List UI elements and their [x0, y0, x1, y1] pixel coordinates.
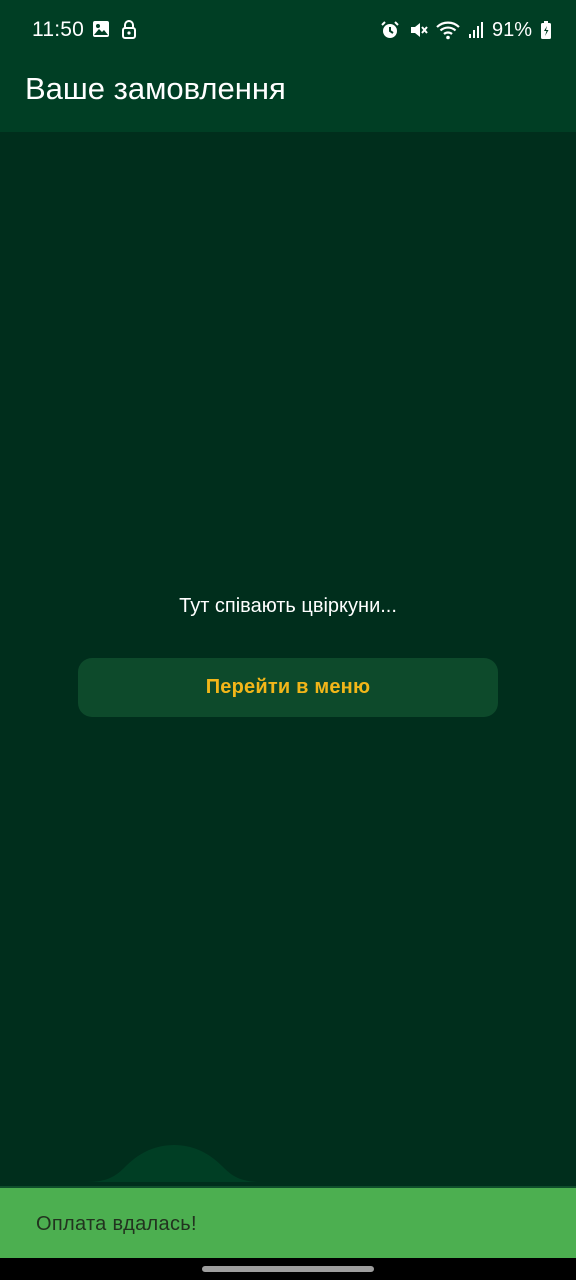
- snackbar-message: Оплата вдалась!: [36, 1213, 197, 1235]
- wifi-icon: [436, 20, 460, 40]
- mute-icon: [408, 20, 428, 40]
- signal-icon: [468, 20, 484, 40]
- status-right-icons: 91%: [380, 17, 552, 43]
- bottom-nav-bump: [86, 1145, 262, 1182]
- alarm-icon: [380, 20, 400, 40]
- status-bar: 11:50 91%: [0, 0, 576, 48]
- order-screen: 11:50 91% Ваше замовлення Тут співають ц…: [0, 0, 576, 1280]
- battery-percent: 91%: [491, 19, 532, 41]
- home-indicator[interactable]: [202, 1266, 374, 1272]
- page-title: Ваше замовлення: [25, 71, 286, 106]
- lock-icon: [119, 19, 139, 39]
- empty-state-message: Тут співають цвіркуни...: [179, 595, 397, 617]
- app-bar: Ваше замовлення: [0, 48, 576, 132]
- status-left-icons: [91, 19, 139, 39]
- go-to-menu-button[interactable]: Перейти в меню: [78, 658, 498, 717]
- status-time: 11:50: [32, 18, 84, 41]
- battery-icon: [540, 20, 552, 40]
- image-icon: [91, 19, 111, 39]
- snackbar: Оплата вдалась!: [0, 1186, 576, 1260]
- system-nav-bar: [0, 1258, 576, 1280]
